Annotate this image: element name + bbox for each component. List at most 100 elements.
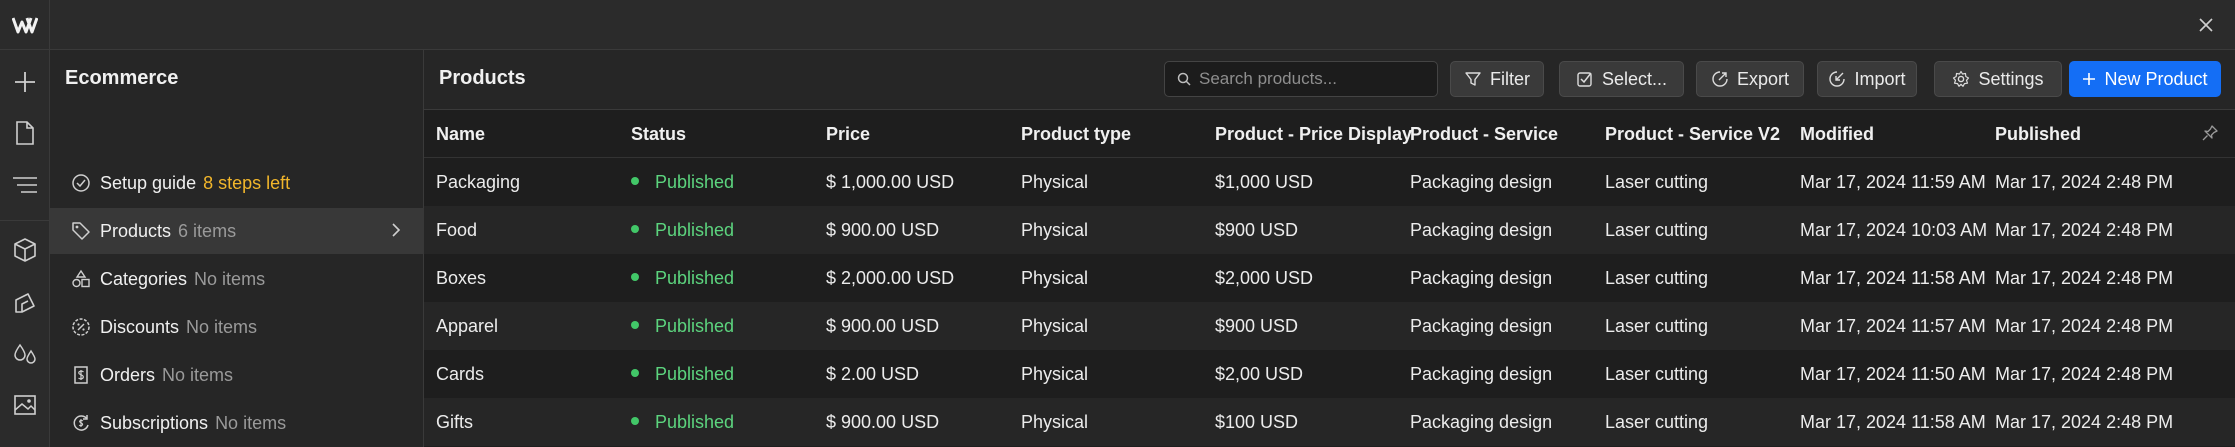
plus-icon (2083, 73, 2096, 85)
settings-button-label: Settings (1978, 68, 2044, 89)
ecommerce-button[interactable] (8, 233, 42, 267)
sidebar-item-count: No items (194, 268, 266, 289)
export-icon (1712, 71, 1728, 87)
cell-modified: Mar 17, 2024 11:57 AM (1800, 316, 1986, 336)
cell-price: $ 900.00 USD (826, 316, 940, 336)
cell-status: Published (655, 364, 735, 384)
column-header-modified[interactable]: Modified (1800, 124, 1874, 145)
sidebar-item-products[interactable]: Products 6 items (50, 208, 424, 254)
settings-button[interactable]: Settings (1934, 61, 2062, 97)
close-button[interactable] (2191, 10, 2221, 40)
sidebar-item-orders[interactable]: Orders No items (50, 352, 424, 398)
table-row[interactable]: Food Published $ 900.00 USD Physical $900 US… (424, 206, 2235, 254)
sidebar-item-count: 8 steps left (203, 172, 291, 193)
import-button-label: Import (1854, 68, 1906, 89)
cell-price: $ 1,000.00 USD (826, 172, 955, 192)
style-icon (15, 293, 35, 313)
new-product-button[interactable]: New Product (2069, 61, 2221, 97)
search-input[interactable] (1199, 69, 1429, 89)
cell-status: Published (655, 316, 735, 336)
sidebar-title: Ecommerce (65, 67, 179, 89)
pin-icon (2202, 125, 2218, 141)
import-icon (1829, 71, 1846, 87)
table-header: Name Status Price Product type Product -… (424, 110, 2235, 158)
cell-status: Published (655, 268, 735, 288)
cell-type: Physical (1021, 412, 1089, 432)
sidebar-item-count: No items (162, 364, 234, 385)
table-row[interactable]: Packaging Published $ 1,000.00 USD Physical… (424, 158, 2235, 206)
style-manager-button[interactable] (8, 286, 42, 320)
sidebar-item-count: No items (215, 412, 287, 433)
import-button[interactable]: Import (1817, 61, 1917, 97)
status-dot (631, 225, 639, 233)
sidebar-item-setup-guide[interactable]: Setup guide 8 steps left (50, 160, 424, 206)
column-header-price-display[interactable]: Product - Price Display (1215, 124, 1412, 145)
variables-button[interactable] (8, 337, 42, 371)
cell-service: Packaging design (1410, 268, 1553, 288)
chevron-right-icon (390, 221, 402, 244)
sidebar-item-subscriptions[interactable]: Subscriptions No items (50, 400, 424, 446)
navigator-button[interactable] (8, 168, 42, 202)
sidebar-item-count: 6 items (178, 220, 237, 241)
column-header-service[interactable]: Product - Service (1410, 124, 1558, 145)
webflow-logo[interactable] (0, 0, 50, 50)
status-dot (631, 417, 639, 425)
recurring-payment-icon (70, 412, 92, 434)
cell-service-v2: Laser cutting (1605, 412, 1709, 432)
column-header-name[interactable]: Name (436, 124, 485, 145)
cell-service-v2: Laser cutting (1605, 220, 1709, 240)
left-rail (0, 50, 50, 447)
status-dot (631, 273, 639, 281)
status-dot (631, 177, 639, 185)
pin-columns-button[interactable] (2201, 124, 2219, 147)
sidebar-item-count: No items (186, 316, 258, 337)
cell-type: Physical (1021, 220, 1089, 240)
cell-modified: Mar 17, 2024 11:50 AM (1800, 364, 1986, 384)
select-button[interactable]: Select... (1559, 61, 1684, 97)
column-header-service-v2[interactable]: Product - Service V2 (1605, 124, 1780, 145)
cell-published: Mar 17, 2024 2:48 PM (1995, 364, 2174, 384)
cell-service: Packaging design (1410, 316, 1553, 336)
cell-service: Packaging design (1410, 412, 1553, 432)
cell-type: Physical (1021, 172, 1089, 192)
column-header-product-type[interactable]: Product type (1021, 124, 1131, 145)
export-button[interactable]: Export (1696, 61, 1804, 97)
pages-button[interactable] (8, 116, 42, 150)
assets-button[interactable] (8, 388, 42, 422)
cell-modified: Mar 17, 2024 11:59 AM (1800, 172, 1986, 192)
add-panel-button[interactable] (8, 65, 42, 99)
column-header-price[interactable]: Price (826, 124, 870, 145)
top-bar (0, 0, 2235, 50)
navigator-icon (13, 177, 37, 193)
cell-type: Physical (1021, 316, 1089, 336)
checkbox-icon (1577, 72, 1592, 87)
cell-price-display: $1,000 USD (1215, 172, 1314, 192)
rail-divider (0, 220, 50, 221)
table-row[interactable]: Apparel Published $ 900.00 USD Physical $900… (424, 302, 2235, 350)
table-row[interactable]: Cards Published $ 2.00 USD Physical $2,00 US… (424, 350, 2235, 398)
search-box[interactable] (1164, 61, 1438, 97)
page-icon (16, 121, 34, 145)
column-header-published[interactable]: Published (1995, 124, 2081, 145)
page-title: Products (439, 67, 526, 89)
table-row[interactable]: Boxes Published $ 2,000.00 USD Physical $2,0… (424, 254, 2235, 302)
search-icon (1177, 72, 1191, 86)
new-product-button-label: New Product (2104, 68, 2208, 89)
shapes-icon (70, 268, 92, 290)
column-header-status[interactable]: Status (631, 124, 686, 145)
image-icon (14, 395, 36, 415)
cell-price-display: $2,00 USD (1215, 364, 1304, 384)
filter-icon (1465, 72, 1481, 86)
cell-price-display: $2,000 USD (1215, 268, 1314, 288)
cell-modified: Mar 17, 2024 10:03 AM (1800, 220, 1988, 240)
filter-button[interactable]: Filter (1450, 61, 1544, 97)
products-toolbar: Products Filter Select... (424, 50, 2235, 110)
drops-icon (14, 343, 36, 364)
cell-price: $ 2.00 USD (826, 364, 920, 384)
cell-service-v2: Laser cutting (1605, 172, 1709, 192)
sidebar-item-discounts[interactable]: Discounts No items (50, 304, 424, 350)
cell-service-v2: Laser cutting (1605, 364, 1709, 384)
table-row[interactable]: Gifts Published $ 900.00 USD Physical $100 U… (424, 398, 2235, 446)
status-dot (631, 369, 639, 377)
sidebar-item-categories[interactable]: Categories No items (50, 256, 424, 302)
